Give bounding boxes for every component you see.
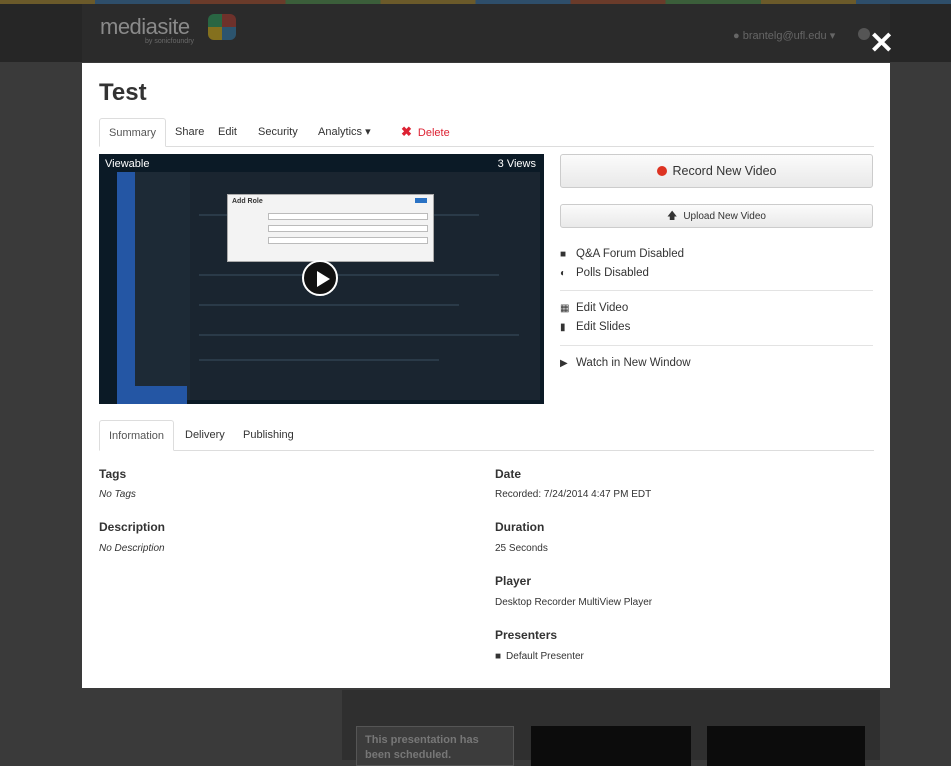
divider: [560, 345, 873, 346]
duration-value: 25 Seconds: [495, 543, 548, 554]
info-tabs: Information Delivery Publishing: [99, 420, 874, 451]
scheduled-card: This presentation has been scheduled.: [356, 726, 514, 766]
tab-information[interactable]: Information: [99, 420, 175, 451]
upload-label: Upload New Video: [683, 211, 766, 222]
date-label: Date: [495, 467, 522, 481]
video-row: [199, 304, 459, 306]
tab-label: Analytics ▾: [318, 126, 371, 138]
tab-label: Delete: [417, 127, 450, 139]
page-title: Test: [99, 79, 147, 106]
watch-label: Watch in New Window: [576, 357, 691, 369]
video-views: 3 Views: [497, 158, 536, 170]
main-tabs: Summary Share Edit Security Analytics ▾ …: [99, 118, 874, 147]
edit-slides-link[interactable]: ▮ Edit Slides: [560, 321, 630, 333]
tab-label: Information: [109, 430, 165, 442]
description-label: Description: [99, 520, 166, 534]
edit-video-link[interactable]: ▦ Edit Video: [560, 302, 628, 314]
presenters-label: Presenters: [495, 628, 558, 642]
tab-label: Share: [175, 126, 205, 138]
player-label: Player: [495, 574, 532, 588]
description-value: No Description: [99, 543, 165, 554]
record-label: Record New Video: [672, 164, 777, 178]
video-status: Viewable: [105, 158, 150, 170]
date-value: Recorded: 7/24/2014 4:47 PM EDT: [495, 489, 652, 500]
close-modal-icon[interactable]: ✕: [869, 29, 894, 59]
video-thumbnail[interactable]: Add Role Viewable 3 Views: [99, 154, 544, 404]
tags-label: Tags: [99, 467, 127, 481]
logo-subtitle: by sonicfoundry: [145, 38, 195, 45]
presenter-item: ■ Default Presenter: [495, 651, 584, 662]
video-row: [199, 334, 519, 336]
video-dialog-field: [268, 213, 428, 220]
presenter-name: Default Presenter: [506, 651, 584, 662]
video-dialog-title: Add Role: [232, 198, 263, 205]
presentation-modal: Test Summary Share Edit Security Analyti…: [82, 63, 890, 688]
file-icon: ▮: [560, 322, 566, 333]
mediasite-logo: mediasite: [100, 14, 190, 39]
tab-label: Publishing: [243, 429, 294, 441]
user-menu: ● brantelg@ufl.edu ▾: [733, 29, 835, 42]
duration-label: Duration: [495, 520, 545, 534]
video-row: [199, 274, 499, 276]
tab-label: Security: [258, 126, 298, 138]
arrow-up-icon: 🡅: [667, 211, 678, 222]
tab-share[interactable]: Share: [166, 118, 213, 145]
person-icon: ■: [495, 651, 502, 662]
tab-analytics[interactable]: Analytics ▾: [309, 118, 380, 145]
divider: [560, 290, 873, 291]
tab-edit[interactable]: Edit: [209, 118, 246, 145]
video-dialog-field: [268, 225, 428, 232]
user-menu-label: brantelg@ufl.edu ▾: [742, 30, 836, 42]
thumbnail-card: [531, 726, 691, 766]
video-row: [199, 359, 439, 361]
watch-new-window-link[interactable]: ▶ Watch in New Window: [560, 357, 691, 369]
tab-summary[interactable]: Summary: [99, 118, 167, 147]
tags-value: No Tags: [99, 489, 136, 500]
delete-icon: ✖: [401, 124, 412, 139]
video-sidebar: [117, 172, 135, 400]
qa-forum-label: Q&A Forum Disabled: [576, 248, 685, 260]
video-dialog: Add Role: [227, 194, 434, 262]
tab-publishing[interactable]: Publishing: [234, 420, 303, 449]
tab-label: Edit: [218, 126, 237, 138]
tab-delete[interactable]: ✖ Delete: [392, 118, 459, 145]
record-new-video-button[interactable]: Record New Video: [560, 154, 873, 188]
qa-forum-status: ■ Q&A Forum Disabled: [560, 248, 684, 260]
tab-label: Summary: [109, 127, 157, 139]
tab-label: Delivery: [185, 429, 225, 441]
pie-chart-icon: ◐: [560, 268, 567, 279]
video-dialog-field: [268, 237, 428, 244]
user-icon: ●: [733, 30, 743, 42]
film-icon: ▦: [560, 303, 570, 314]
play-icon[interactable]: [302, 260, 338, 296]
edit-video-label: Edit Video: [576, 302, 629, 314]
player-value: Desktop Recorder MultiView Player: [495, 597, 653, 608]
video-nav: [135, 172, 190, 400]
tab-security[interactable]: Security: [249, 118, 307, 145]
thumbnail-card: [707, 726, 865, 766]
record-icon: [656, 166, 667, 176]
tab-delivery[interactable]: Delivery: [176, 420, 234, 449]
comment-icon: ■: [560, 249, 567, 260]
video-dialog-button: [415, 198, 427, 203]
play-small-icon: ▶: [560, 358, 568, 369]
polls-label: Polls Disabled: [576, 267, 649, 279]
edit-slides-label: Edit Slides: [576, 321, 631, 333]
video-footer: [117, 386, 187, 404]
polls-status: ◐ Polls Disabled: [560, 267, 649, 279]
logo-mark-icon: [208, 14, 236, 40]
upload-new-video-button[interactable]: 🡅 Upload New Video: [560, 204, 873, 228]
